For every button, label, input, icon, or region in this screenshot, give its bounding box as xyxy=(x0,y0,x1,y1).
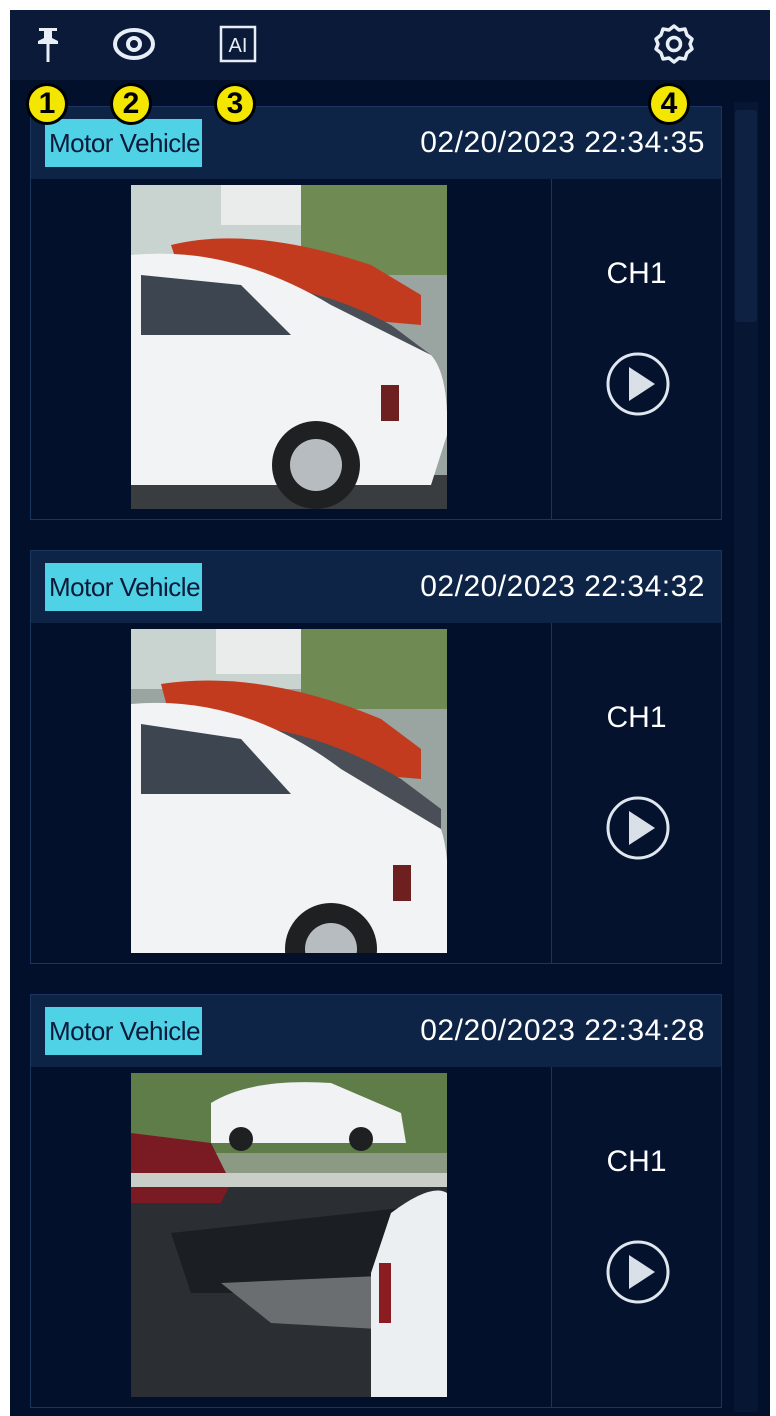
event-type-tag: Motor Vehicle xyxy=(45,119,203,167)
event-timestamp: 02/20/2023 22:34:32 xyxy=(420,570,705,603)
event-card[interactable]: Motor Vehicle 02/20/2023 22:34:35 CH1 xyxy=(30,106,722,520)
ai-icon[interactable]: AI xyxy=(216,24,260,64)
pin-icon[interactable] xyxy=(26,24,70,64)
snapshot-thumbnail[interactable] xyxy=(131,629,447,953)
event-type-tag: Motor Vehicle xyxy=(45,563,203,611)
play-icon[interactable] xyxy=(605,795,671,861)
event-timestamp: 02/20/2023 22:34:35 xyxy=(420,126,705,159)
gear-icon[interactable] xyxy=(652,24,696,64)
scrollbar-thumb[interactable] xyxy=(735,110,757,322)
snapshot-area xyxy=(31,1067,552,1407)
event-side-panel: CH1 xyxy=(552,623,721,963)
event-card[interactable]: Motor Vehicle 02/20/2023 22:34:28 CH1 xyxy=(30,994,722,1408)
eye-icon[interactable] xyxy=(112,24,156,64)
snapshot-thumbnail[interactable] xyxy=(131,185,447,509)
event-side-panel: CH1 xyxy=(552,1067,721,1407)
channel-label: CH1 xyxy=(606,1145,667,1178)
callout-4: 4 xyxy=(648,83,690,125)
event-panel: AI 1 2 3 4 Motor Vehicle 02/20/2023 22:3… xyxy=(10,10,770,1416)
event-side-panel: CH1 xyxy=(552,179,721,519)
toolbar: AI xyxy=(10,10,770,80)
snapshot-area xyxy=(31,179,552,519)
event-type-tag: Motor Vehicle xyxy=(45,1007,203,1055)
channel-label: CH1 xyxy=(606,257,667,290)
event-card-header: Motor Vehicle 02/20/2023 22:34:32 xyxy=(31,551,721,623)
callout-1: 1 xyxy=(26,83,68,125)
event-card-header: Motor Vehicle 02/20/2023 22:34:28 xyxy=(31,995,721,1067)
play-icon[interactable] xyxy=(605,1239,671,1305)
snapshot-thumbnail[interactable] xyxy=(131,1073,447,1397)
callout-3: 3 xyxy=(214,83,256,125)
callout-2: 2 xyxy=(110,83,152,125)
snapshot-area xyxy=(31,623,552,963)
event-card[interactable]: Motor Vehicle 02/20/2023 22:34:32 CH1 xyxy=(30,550,722,964)
ai-icon-label: AI xyxy=(229,35,248,57)
play-icon[interactable] xyxy=(605,351,671,417)
channel-label: CH1 xyxy=(606,701,667,734)
event-timestamp: 02/20/2023 22:34:28 xyxy=(420,1014,705,1047)
